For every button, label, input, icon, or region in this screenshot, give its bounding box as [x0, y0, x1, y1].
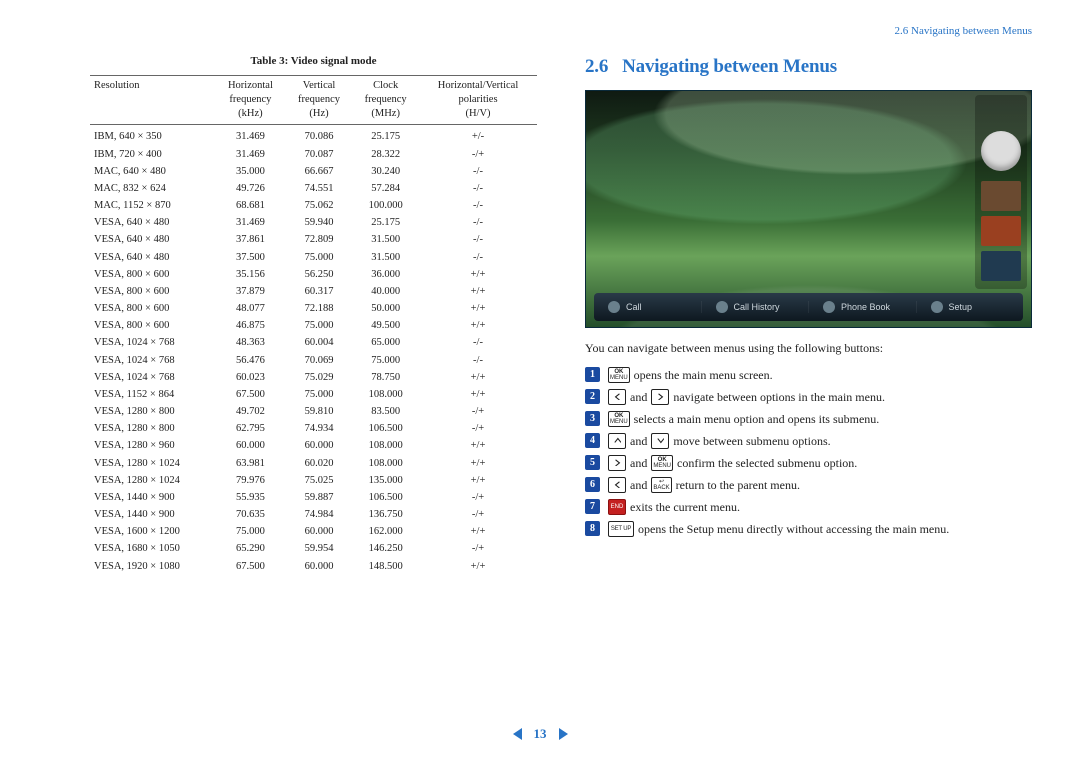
col-clock: Clock frequency (MHz) [352, 75, 419, 125]
table-row: VESA, 1024 × 76860.02375.02978.750+/+ [90, 369, 537, 386]
table-row: VESA, 640 × 48037.86172.80931.500-/- [90, 232, 537, 249]
table-row: VESA, 1440 × 90055.93559.887106.500-/+ [90, 489, 537, 506]
table-row: VESA, 1280 × 96060.00060.000108.000+/+ [90, 438, 537, 455]
down-arrow-button-icon [651, 433, 669, 449]
table-row: IBM, 720 × 40031.46970.08728.322-/+ [90, 146, 537, 163]
step-number-badge: 2 [585, 389, 600, 404]
step-number-badge: 6 [585, 477, 600, 492]
table-row: VESA, 1024 × 76848.36360.00465.000-/- [90, 335, 537, 352]
table-row: VESA, 800 × 60046.87575.00049.500+/+ [90, 318, 537, 335]
table-row: MAC, 832 × 62449.72674.55157.284-/- [90, 180, 537, 197]
step-item: 4 and move between submenu options. [585, 432, 1032, 450]
step-number-badge: 1 [585, 367, 600, 382]
table-row: VESA, 1280 × 102479.97675.025135.000+/+ [90, 472, 537, 489]
step-body: and OKMENU confirm the selected submenu … [608, 454, 857, 472]
ok-menu-button-icon: OKMENU [608, 411, 630, 427]
table-row: VESA, 1280 × 80062.79574.934106.500-/+ [90, 421, 537, 438]
step-number-badge: 4 [585, 433, 600, 448]
step-text: confirm the selected submenu option. [677, 454, 857, 472]
setup-button-icon: SET UP [608, 521, 634, 537]
step-body: END exits the current menu. [608, 498, 740, 516]
menu-call: Call [594, 301, 702, 313]
table-row: VESA, 800 × 60037.87960.31740.000+/+ [90, 283, 537, 300]
col-polarity: Horizontal/Vertical polarities (H/V) [419, 75, 537, 125]
col-resolution: Resolution [90, 75, 215, 125]
step-body: and move between submenu options. [608, 432, 831, 450]
table-row: VESA, 1680 × 105065.29059.954146.250-/+ [90, 541, 537, 558]
table-row: VESA, 640 × 48031.46959.94025.175-/- [90, 215, 537, 232]
step-number-badge: 3 [585, 411, 600, 426]
step-item: 5 and OKMENU confirm the selected submen… [585, 454, 1032, 472]
table-row: VESA, 1152 × 86467.50075.000108.000+/+ [90, 386, 537, 403]
osd-menubar: Call Call History Phone Book Setup [594, 293, 1023, 321]
step-text: opens the main menu screen. [634, 366, 773, 384]
table-row: IBM, 640 × 35031.46970.08625.175+/- [90, 125, 537, 146]
right-arrow-button-icon [608, 455, 626, 471]
table-caption: Table 3: Video signal mode [90, 54, 537, 69]
table-row: VESA, 1440 × 90070.63574.984136.750-/+ [90, 507, 537, 524]
table-row: VESA, 800 × 60048.07772.18850.000+/+ [90, 301, 537, 318]
next-page-icon[interactable] [559, 728, 568, 740]
col-vfreq: Vertical frequency (Hz) [286, 75, 353, 125]
table-row: VESA, 640 × 48037.50075.00031.500-/- [90, 249, 537, 266]
left-arrow-button-icon [608, 477, 626, 493]
step-text: opens the Setup menu directly without ac… [638, 520, 949, 538]
page-navigation: 13 [0, 725, 1080, 743]
back-button-icon: ↩BACK [651, 477, 671, 493]
intro-text: You can navigate between menus using the… [585, 340, 1032, 356]
step-body: OKMENU selects a main menu option and op… [608, 410, 879, 428]
ok-menu-button-icon: OKMENU [651, 455, 673, 471]
page-number: 13 [534, 725, 547, 743]
table-row: VESA, 1280 × 80049.70259.81083.500-/+ [90, 404, 537, 421]
step-body: SET UP opens the Setup menu directly wit… [608, 520, 949, 538]
menu-call-history: Call History [702, 301, 810, 313]
table-row: VESA, 1024 × 76856.47670.06975.000-/- [90, 352, 537, 369]
video-signal-table: Resolution Horizontal frequency (kHz) Ve… [90, 75, 537, 575]
step-text: navigate between options in the main men… [673, 388, 885, 406]
step-item: 1 OKMENU opens the main menu screen. [585, 366, 1032, 384]
running-header-left [90, 24, 537, 38]
menu-screenshot: Call Call History Phone Book Setup [585, 90, 1032, 328]
history-icon [716, 301, 728, 313]
right-arrow-button-icon [651, 389, 669, 405]
step-text: move between submenu options. [673, 432, 830, 450]
table-row: MAC, 640 × 48035.00066.66730.240-/- [90, 163, 537, 180]
gear-icon [931, 301, 943, 313]
running-header-right: 2.6 Navigating between Menus [585, 24, 1032, 38]
steps-list: 1 OKMENU opens the main menu screen. 2 and… [585, 366, 1032, 538]
table-row: VESA, 1280 × 102463.98160.020108.000+/+ [90, 455, 537, 472]
table-row: VESA, 800 × 60035.15656.25036.000+/+ [90, 266, 537, 283]
step-text: selects a main menu option and opens its… [634, 410, 880, 428]
step-item: 7 END exits the current menu. [585, 498, 1032, 516]
end-button-icon: END [608, 499, 626, 515]
book-icon [823, 301, 835, 313]
step-item: 2 and navigate between options in the ma… [585, 388, 1032, 406]
table-row: MAC, 1152 × 87068.68175.062100.000-/- [90, 198, 537, 215]
step-text: return to the parent menu. [676, 476, 800, 494]
prev-page-icon[interactable] [513, 728, 522, 740]
section-heading: 2.6Navigating between Menus [585, 54, 1032, 80]
step-number-badge: 5 [585, 455, 600, 470]
step-text: exits the current menu. [630, 498, 740, 516]
step-item: 6 and ↩BACK return to the parent menu. [585, 476, 1032, 494]
step-item: 3 OKMENU selects a main menu option and o… [585, 410, 1032, 428]
step-number-badge: 7 [585, 499, 600, 514]
clock-widget-icon [981, 131, 1021, 171]
up-arrow-button-icon [608, 433, 626, 449]
left-arrow-button-icon [608, 389, 626, 405]
step-body: and ↩BACK return to the parent menu. [608, 476, 800, 494]
table-row: VESA, 1920 × 108067.50060.000148.500+/+ [90, 558, 537, 575]
phone-icon [608, 301, 620, 313]
menu-setup: Setup [917, 301, 1024, 313]
step-body: and navigate between options in the main… [608, 388, 885, 406]
menu-phone-book: Phone Book [809, 301, 917, 313]
table-row: VESA, 1600 × 120075.00060.000162.000+/+ [90, 524, 537, 541]
step-body: OKMENU opens the main menu screen. [608, 366, 773, 384]
col-hfreq: Horizontal frequency (kHz) [215, 75, 286, 125]
step-number-badge: 8 [585, 521, 600, 536]
step-item: 8 SET UP opens the Setup menu directly wi… [585, 520, 1032, 538]
ok-menu-button-icon: OKMENU [608, 367, 630, 383]
